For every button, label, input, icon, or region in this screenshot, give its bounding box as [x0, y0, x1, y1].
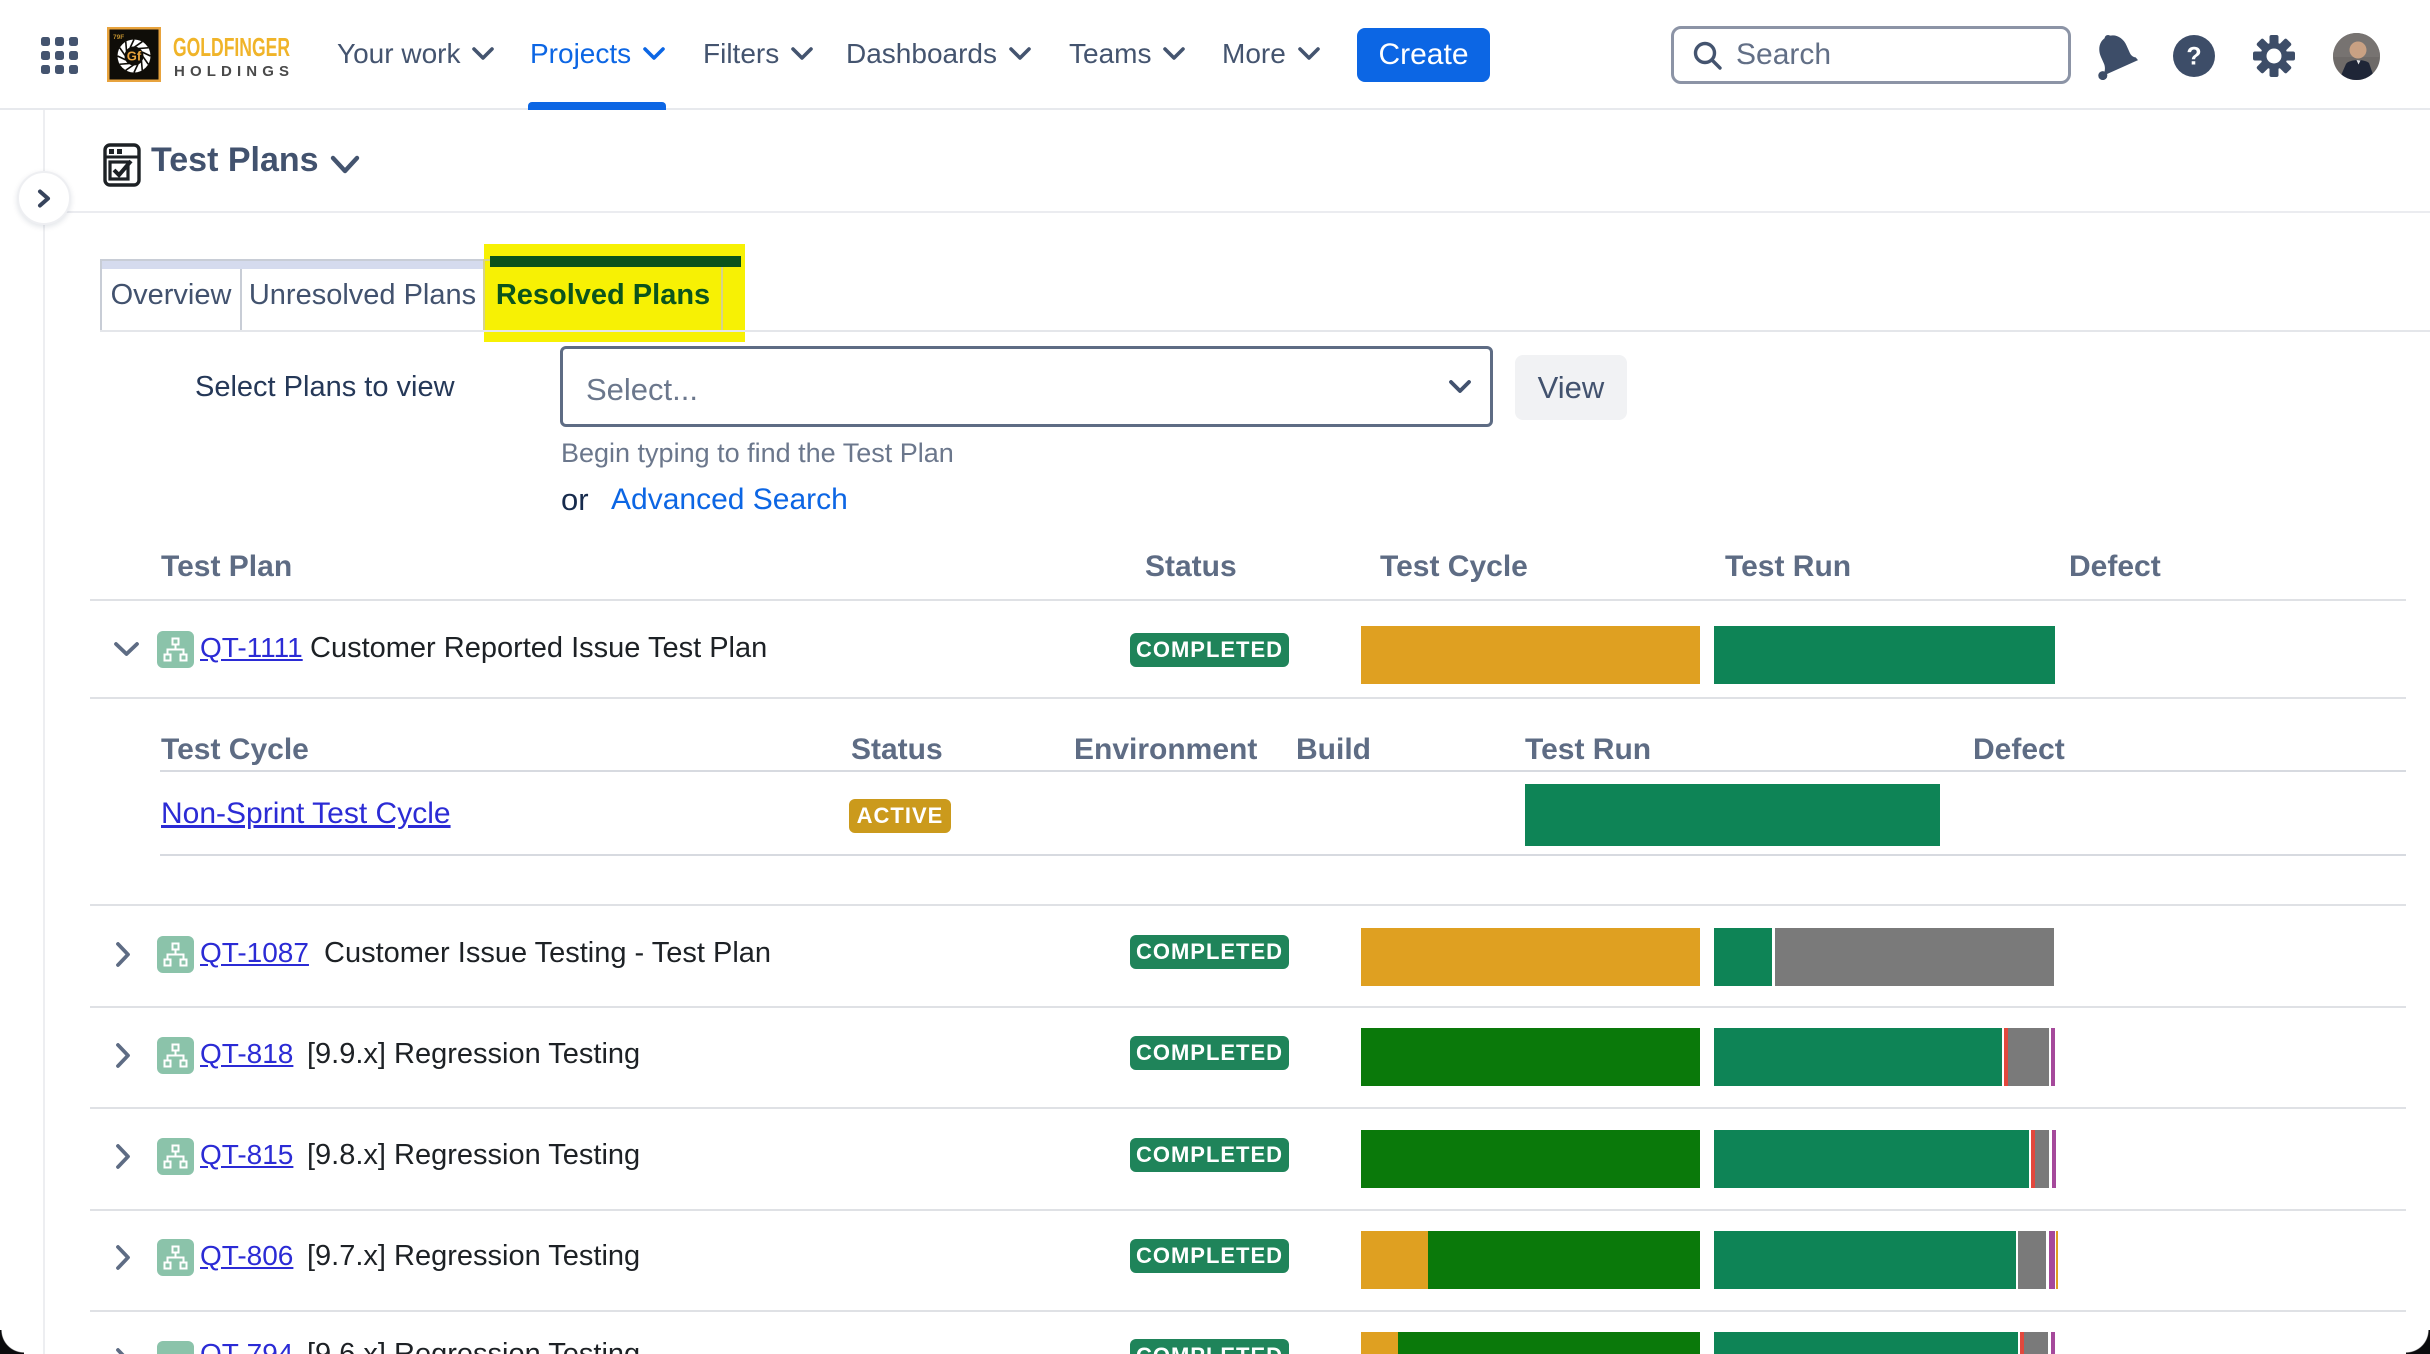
svg-text:HOLDINGS: HOLDINGS: [174, 63, 289, 80]
svg-text:?: ?: [2186, 43, 2201, 71]
svg-text:79F: 79F: [113, 34, 124, 41]
svg-text:GOLDFINGER: GOLDFINGER: [173, 32, 290, 62]
svg-text:Gf: Gf: [127, 49, 142, 64]
